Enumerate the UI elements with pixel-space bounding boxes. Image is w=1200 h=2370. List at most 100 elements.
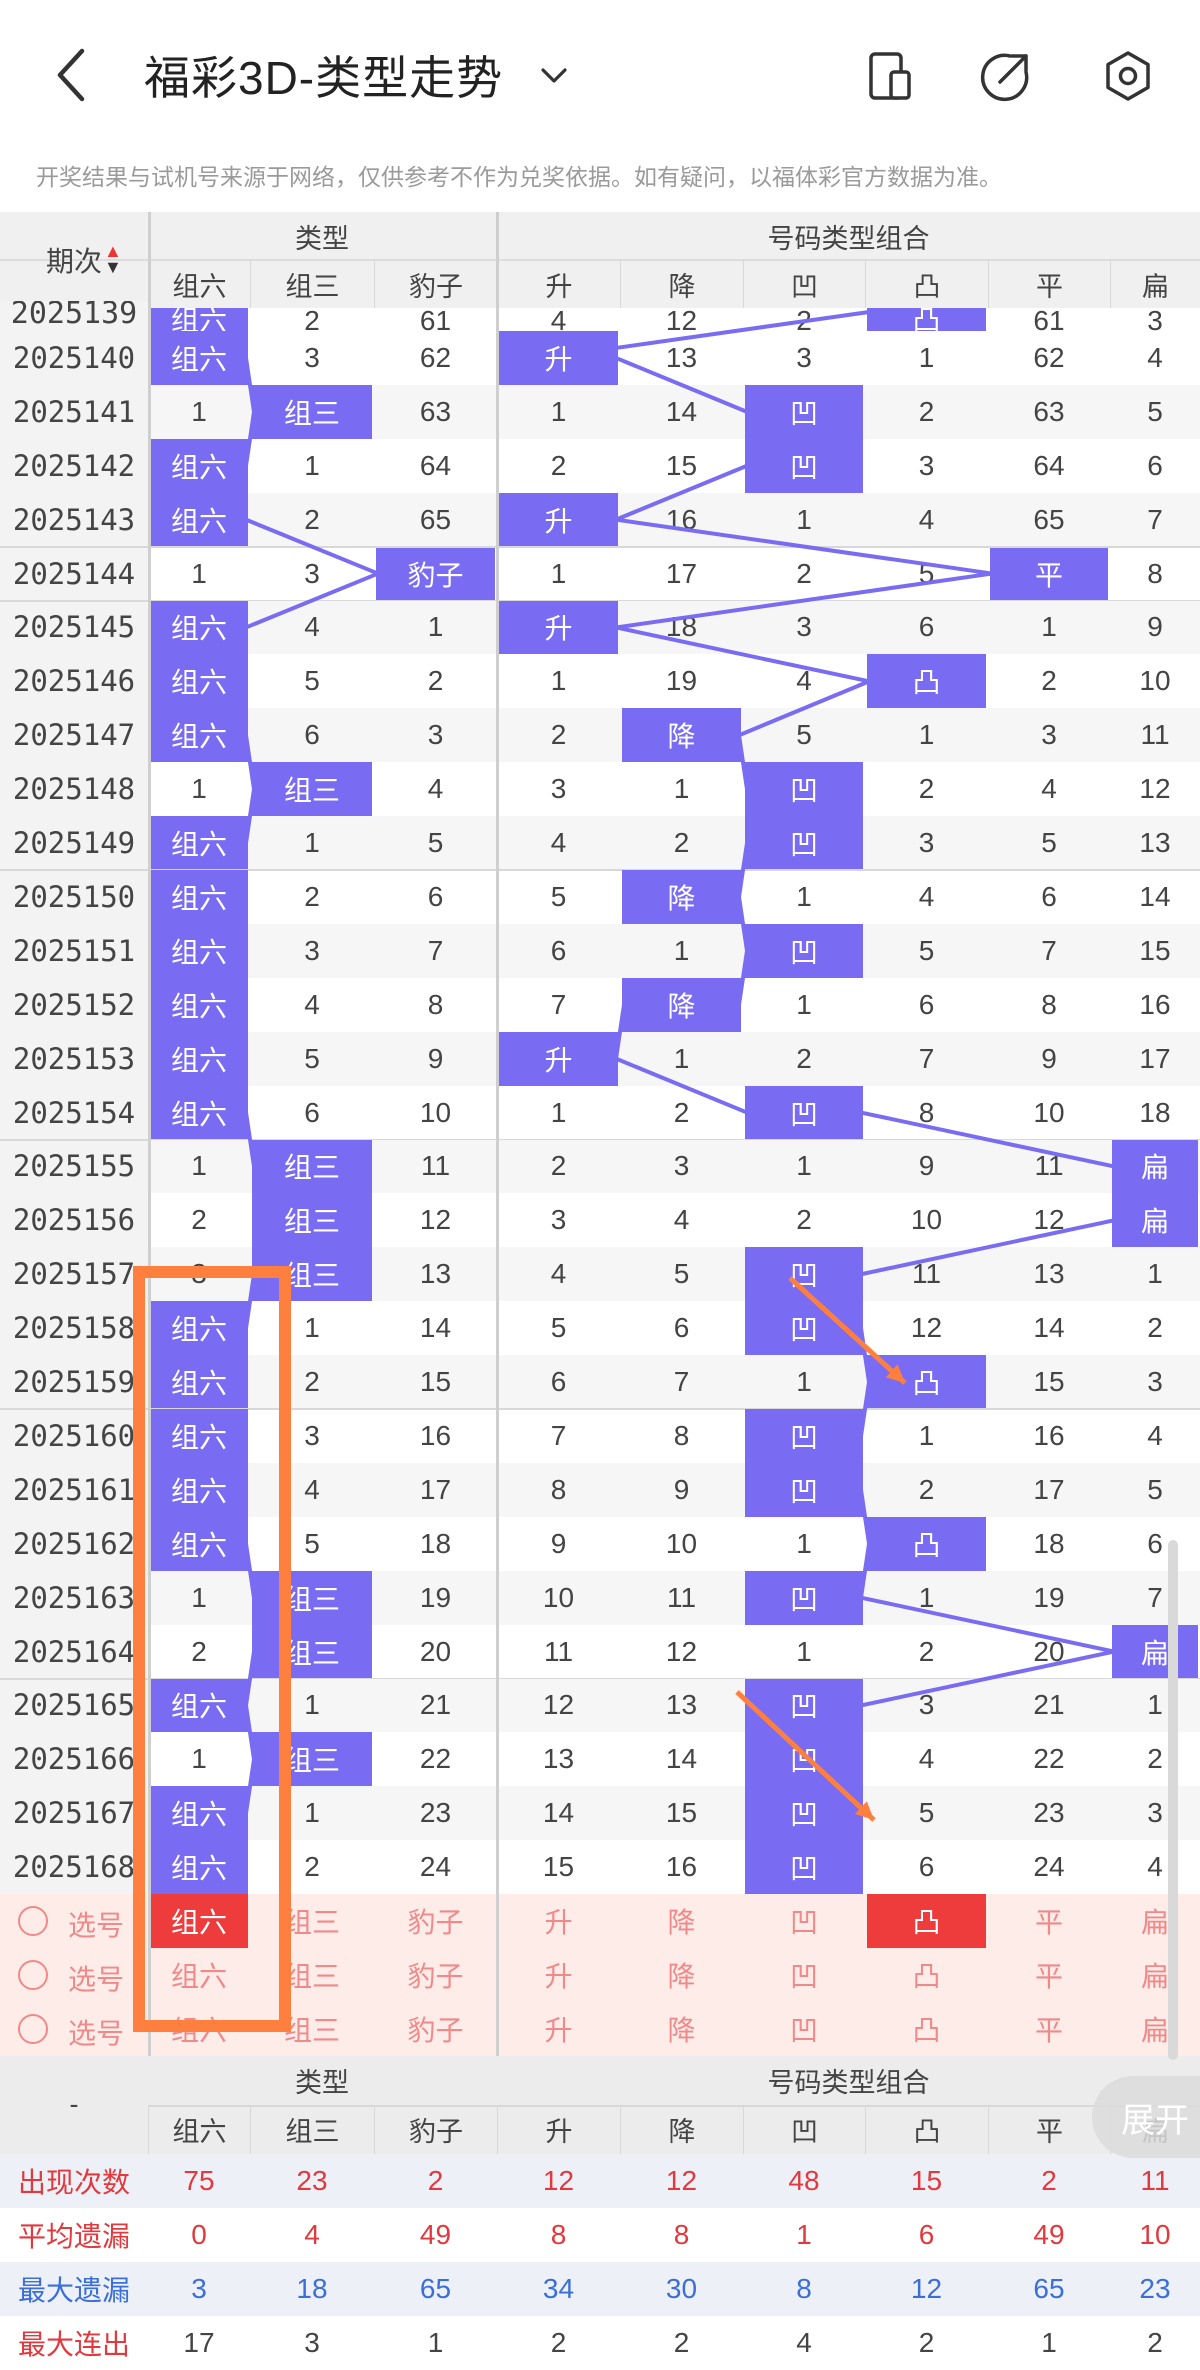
miss-count-cell: 9 [550,1527,567,1559]
select-option-6[interactable]: 凸 [865,2002,988,2056]
select-option-0[interactable]: 组六 [150,1894,248,1948]
column-header[interactable]: 组六 [148,260,250,308]
hit-cell: 凹 [745,923,863,978]
miss-count-cell: 10 [419,1096,452,1128]
select-option-2[interactable]: 豹子 [374,2002,497,2056]
select-radio-icon[interactable] [18,1960,48,1990]
select-radio-icon[interactable] [18,1906,48,1937]
select-option-2[interactable]: 豹子 [374,1948,497,2002]
select-option-3[interactable]: 升 [497,1894,620,1948]
vertical-scrollbar[interactable] [1168,1540,1178,2060]
miss-count-cell: 14 [665,395,698,427]
miss-count-cell: 6 [304,719,320,751]
miss-count-cell: 24 [1033,1851,1065,1883]
footer-column-header: 降 [620,2105,743,2154]
miss-count-cell: 9 [673,1473,690,1505]
miss-count-cell: 12 [419,1204,452,1236]
column-header[interactable]: 降 [620,260,743,308]
select-option-5[interactable]: 凹 [743,1948,865,2002]
select-option-3[interactable]: 升 [497,2002,620,2056]
miss-count-cell: 10 [1139,665,1171,697]
select-option-3[interactable]: 升 [497,1948,620,2002]
miss-count-cell: 16 [419,1419,452,1451]
period-cell: 2025158 [12,1311,136,1346]
select-option-8[interactable]: 扁 [1110,1948,1200,2002]
stat-value: 65 [1033,2272,1065,2304]
hit-cell: 凹 [745,1301,863,1356]
miss-count-cell: 3 [304,934,320,966]
select-option-4[interactable]: 降 [620,1894,743,1948]
miss-count-cell: 2 [796,1204,812,1236]
select-option-7[interactable]: 平 [988,1948,1110,2002]
select-radio-icon[interactable] [18,2013,48,2044]
miss-count-cell: 64 [1033,449,1065,481]
select-label[interactable]: 选号 [68,1904,124,1944]
miss-count-cell: 1 [673,934,690,966]
footer-column-header: 豹子 [374,2105,497,2154]
miss-count-cell: 15 [1033,1366,1065,1398]
miss-count-cell: 5 [918,1797,935,1829]
select-option-1[interactable]: 组三 [250,1948,374,2002]
column-header[interactable]: 凸 [865,260,988,308]
column-divider [148,212,151,2062]
miss-count-cell: 11 [666,1581,697,1613]
miss-count-cell: 1 [796,988,812,1020]
hit-cell: 凹 [745,1247,863,1302]
miss-count-cell: 1 [796,1635,812,1667]
select-label[interactable]: 选号 [68,2012,124,2052]
period-header[interactable]: 期次 [0,212,148,308]
select-option-7[interactable]: 平 [988,1894,1110,1948]
sort-icon-down[interactable]: ▼ [104,258,122,276]
expand-button[interactable]: 展开 [1092,2076,1200,2158]
miss-count-cell: 12 [665,1635,698,1667]
miss-count-cell: 5 [550,1312,567,1344]
select-option-1[interactable]: 组三 [250,1894,374,1948]
miss-count-cell: 14 [1139,880,1171,912]
miss-count-cell: 4 [918,503,935,535]
sort-icon[interactable]: ▲ [104,242,122,260]
select-option-5[interactable]: 凹 [743,1894,865,1948]
select-option-0[interactable]: 组六 [148,1948,250,2002]
select-option-2[interactable]: 豹子 [374,1894,497,1948]
miss-count-cell: 8 [427,988,444,1020]
column-header[interactable]: 凹 [743,260,865,308]
period-cell: 2025166 [12,1742,136,1777]
period-cell: 2025159 [12,1365,136,1400]
hit-cell: 升 [499,331,618,385]
hit-cell: 豹子 [376,546,495,601]
select-option-7[interactable]: 平 [988,2002,1110,2056]
footer-column-header: 升 [497,2105,620,2154]
period-cell: 2025157 [12,1257,136,1292]
miss-count-cell: 14 [542,1797,575,1829]
column-header[interactable]: 组三 [250,260,374,308]
select-option-4[interactable]: 降 [620,2002,743,2056]
stat-value: 49 [1033,2218,1065,2250]
miss-count-cell: 10 [910,1204,943,1236]
stat-value: 2 [1041,2164,1057,2196]
miss-count-cell: 2 [796,1042,812,1074]
miss-count-cell: 9 [1041,1042,1057,1074]
select-option-8[interactable]: 扁 [1110,1894,1200,1948]
stat-value: 2 [918,2326,935,2358]
miss-count-cell: 4 [304,1473,320,1505]
column-header[interactable]: 豹子 [374,260,497,308]
miss-count-cell: 3 [918,1689,935,1721]
select-option-8[interactable]: 扁 [1110,2002,1200,2056]
select-option-4[interactable]: 降 [620,1948,743,2002]
select-option-1[interactable]: 组三 [250,2002,374,2056]
select-label[interactable]: 选号 [68,1958,124,1998]
column-header[interactable]: 升 [497,260,620,308]
select-option-6[interactable]: 凸 [865,1948,988,2002]
select-option-0[interactable]: 组六 [148,2002,250,2056]
hit-cell: 组六 [150,708,248,763]
miss-count-cell: 5 [1041,827,1057,859]
select-option-6[interactable]: 凸 [867,1894,986,1948]
column-header[interactable]: 扁 [1110,260,1200,308]
miss-count-cell: 11 [911,1258,942,1290]
period-cell-partial: 2025139 [0,301,148,331]
column-divider [496,212,499,2062]
select-option-5[interactable]: 凹 [743,2002,865,2056]
miss-count-cell: 6 [918,611,935,643]
column-header[interactable]: 平 [988,260,1110,308]
hit-cell: 组三 [252,1139,372,1194]
